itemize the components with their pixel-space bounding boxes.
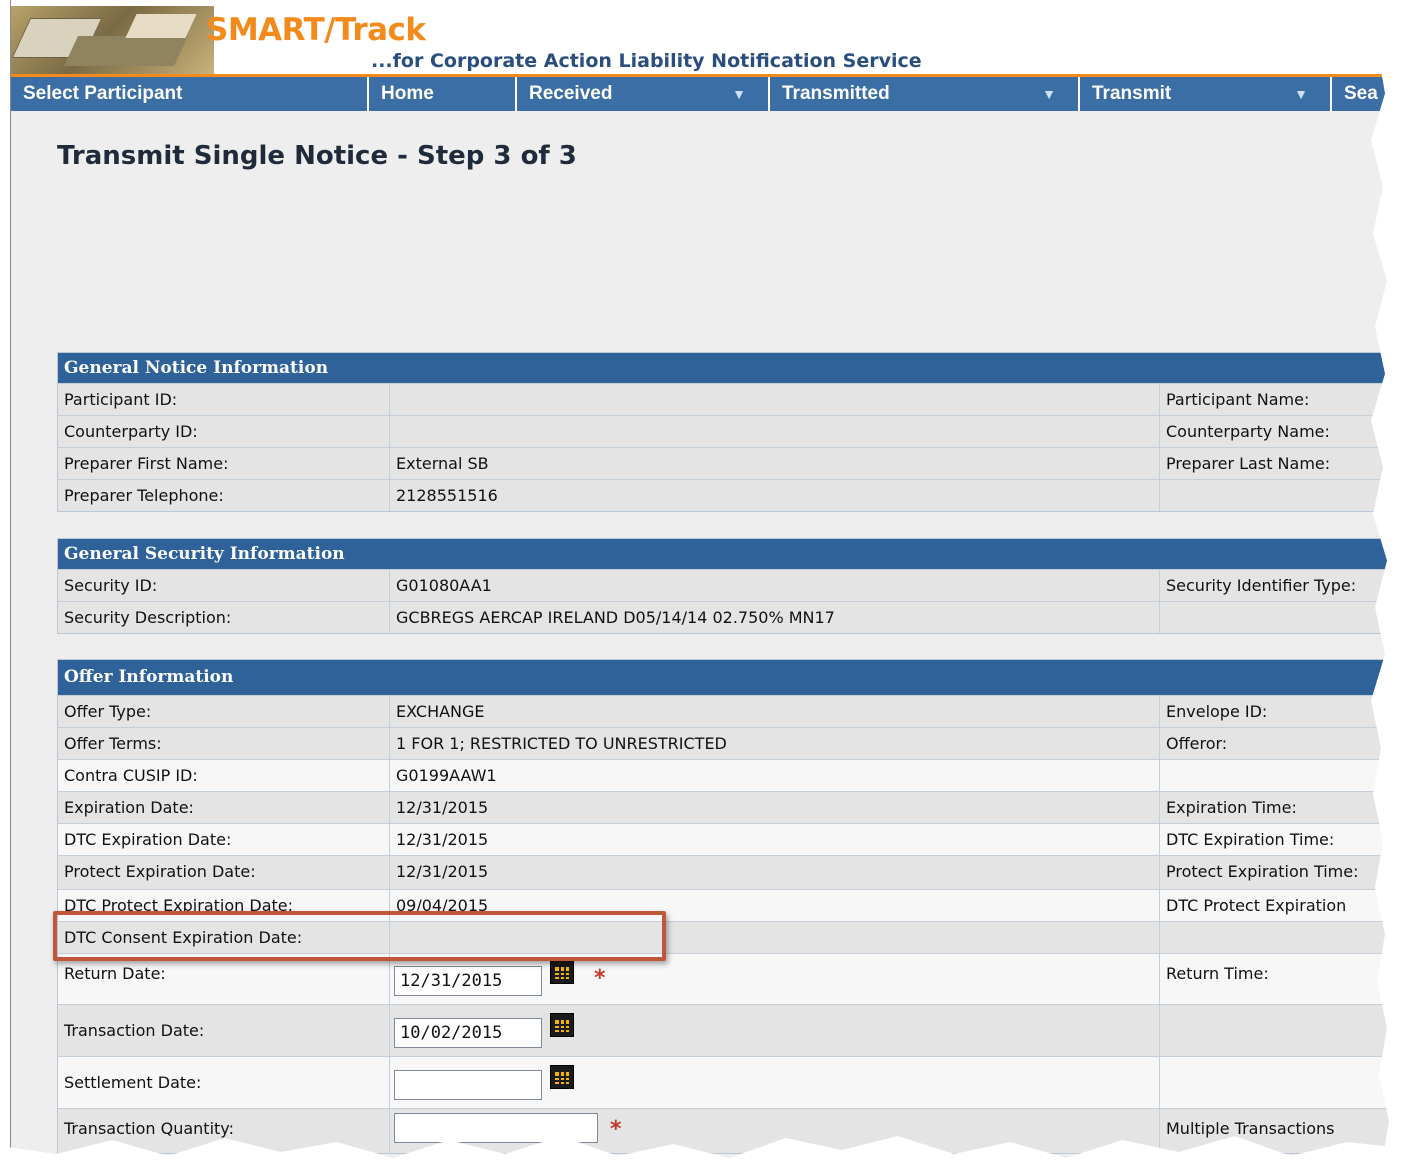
app-logo <box>11 6 214 76</box>
field-value: G01080AA1 <box>390 570 1160 601</box>
main-nav: Select Participant Home Received ▼ Trans… <box>11 77 1403 111</box>
triangle-down-icon: ▼ <box>1042 86 1056 102</box>
header-banner: SMART/Track ...for Corporate Action Liab… <box>11 0 1403 77</box>
table-row-transaction-date: Transaction Date: 10/02/2015 <box>58 1004 1403 1056</box>
required-indicator: * <box>594 966 606 991</box>
field-label <box>1160 480 1403 511</box>
triangle-down-icon: ▼ <box>732 86 746 102</box>
field-label: Preparer Last Name: <box>1166 454 1331 473</box>
field-label: Security Description: <box>58 602 390 633</box>
calendar-icon[interactable] <box>550 960 574 984</box>
app-tagline: ...for Corporate Action Liability Notifi… <box>371 50 922 72</box>
callout-highlight-box <box>53 911 666 961</box>
table-row: Contra CUSIP ID: G0199AAW1 <box>58 759 1403 791</box>
section-header: General Security Information <box>58 539 1403 569</box>
settlement-date-input[interactable] <box>394 1070 542 1100</box>
field-label: Expiration Time: <box>1166 798 1297 817</box>
field-label <box>1160 1005 1403 1056</box>
field-label: Offer Type: <box>58 696 390 727</box>
table-row-settlement-date: Settlement Date: <box>58 1056 1403 1108</box>
field-value: 1 FOR 1; RESTRICTED TO UNRESTRICTED <box>390 728 1160 759</box>
offer-section: Offer Information Offer Type: EXCHANGE E… <box>57 659 1403 1154</box>
field-label <box>1160 602 1403 633</box>
nav-label: Transmit <box>1092 83 1172 104</box>
field-label: Envelope ID: <box>1166 702 1268 721</box>
field-input-cell: 12/31/2015 * <box>390 954 1160 1004</box>
field-label: DTC Expiration Date: <box>58 824 390 855</box>
field-value <box>390 416 1160 447</box>
table-row: Offer Terms: 1 FOR 1; RESTRICTED TO UNRE… <box>58 727 1403 759</box>
section-header: Offer Information <box>58 660 1403 695</box>
field-label: Participant Name: <box>1166 390 1310 409</box>
table-row: Participant ID: Participant Name: <box>58 383 1403 415</box>
field-label: Participant ID: <box>58 384 390 415</box>
transaction-date-input[interactable]: 10/02/2015 <box>394 1018 542 1048</box>
field-value: 2128551516 <box>390 480 1160 511</box>
field-label <box>1160 1057 1403 1108</box>
field-label: Security Identifier Type: <box>1166 576 1357 595</box>
field-label: Expiration Date: <box>58 792 390 823</box>
field-label <box>1160 760 1403 791</box>
nav-label: Transmitted <box>782 83 890 104</box>
table-row: Preparer First Name: External SB Prepare… <box>58 447 1403 479</box>
table-row: DTC Expiration Date: 12/31/2015 DTC Expi… <box>58 823 1403 855</box>
field-value: EXCHANGE <box>390 696 1160 727</box>
field-label: Contra CUSIP ID: <box>58 760 390 791</box>
field-value: External SB <box>390 448 1160 479</box>
table-row: Counterparty ID: Counterparty Name: <box>58 415 1403 447</box>
calendar-icon[interactable] <box>550 1065 574 1089</box>
field-label: Protect Expiration Time: <box>1166 862 1359 881</box>
field-input-cell: 10/02/2015 <box>390 1005 1160 1056</box>
general-notice-section: General Notice Information Participant I… <box>57 352 1403 512</box>
table-row: Security Description: GCBREGS AERCAP IRE… <box>58 601 1403 633</box>
field-label: Preparer Telephone: <box>58 480 390 511</box>
triangle-down-icon: ▼ <box>1294 86 1308 102</box>
section-header: General Notice Information <box>58 353 1403 383</box>
nav-label: Sea <box>1344 83 1378 104</box>
field-label <box>1160 922 1403 953</box>
field-label: Offer Terms: <box>58 728 390 759</box>
page-title: Transmit Single Notice - Step 3 of 3 <box>57 141 577 171</box>
field-label: Offeror: <box>1166 734 1228 753</box>
table-row: Preparer Telephone: 2128551516 <box>58 479 1403 511</box>
field-value: 12/31/2015 <box>390 856 1160 889</box>
nav-transmitted[interactable]: Transmitted ▼ <box>770 77 1080 111</box>
field-label: Protect Expiration Date: <box>58 856 390 889</box>
field-label: Counterparty ID: <box>58 416 390 447</box>
field-value: 12/31/2015 <box>390 792 1160 823</box>
field-label: DTC Expiration Time: <box>1166 830 1335 849</box>
table-row: Offer Type: EXCHANGE Envelope ID: <box>58 695 1403 727</box>
field-label: Security ID: <box>58 570 390 601</box>
field-value <box>390 384 1160 415</box>
table-row: Expiration Date: 12/31/2015 Expiration T… <box>58 791 1403 823</box>
nav-select-participant[interactable]: Select Participant <box>11 77 369 111</box>
field-value: G0199AAW1 <box>390 760 1160 791</box>
nav-label: Home <box>381 83 434 104</box>
field-input-cell <box>390 1057 1160 1108</box>
general-security-section: General Security Information Security ID… <box>57 538 1403 634</box>
field-label: Preparer First Name: <box>58 448 390 479</box>
field-label: Counterparty Name: <box>1166 422 1330 441</box>
nav-transmit[interactable]: Transmit ▼ <box>1080 77 1332 111</box>
field-label: Return Date: <box>58 954 390 1004</box>
nav-home[interactable]: Home <box>369 77 517 111</box>
field-value: 12/31/2015 <box>390 824 1160 855</box>
field-value: GCBREGS AERCAP IRELAND D05/14/14 02.750%… <box>390 602 1160 633</box>
table-row: Protect Expiration Date: 12/31/2015 Prot… <box>58 855 1403 889</box>
field-label: Transaction Date: <box>58 1005 390 1056</box>
nav-label: Select Participant <box>23 83 183 104</box>
table-row: Security ID: G01080AA1 Security Identifi… <box>58 569 1403 601</box>
return-date-input[interactable]: 12/31/2015 <box>394 966 542 996</box>
field-label: Return Time: <box>1166 964 1269 983</box>
field-label: DTC Protect Expiration <box>1166 896 1347 915</box>
field-label: Settlement Date: <box>58 1057 390 1108</box>
calendar-icon[interactable] <box>550 1013 574 1037</box>
nav-received[interactable]: Received ▼ <box>517 77 770 111</box>
nav-label: Received <box>529 83 613 104</box>
required-indicator: * <box>610 1117 622 1142</box>
app-title: SMART/Track <box>206 12 426 48</box>
app-window: SMART/Track ...for Corporate Action Liab… <box>10 0 1403 1168</box>
